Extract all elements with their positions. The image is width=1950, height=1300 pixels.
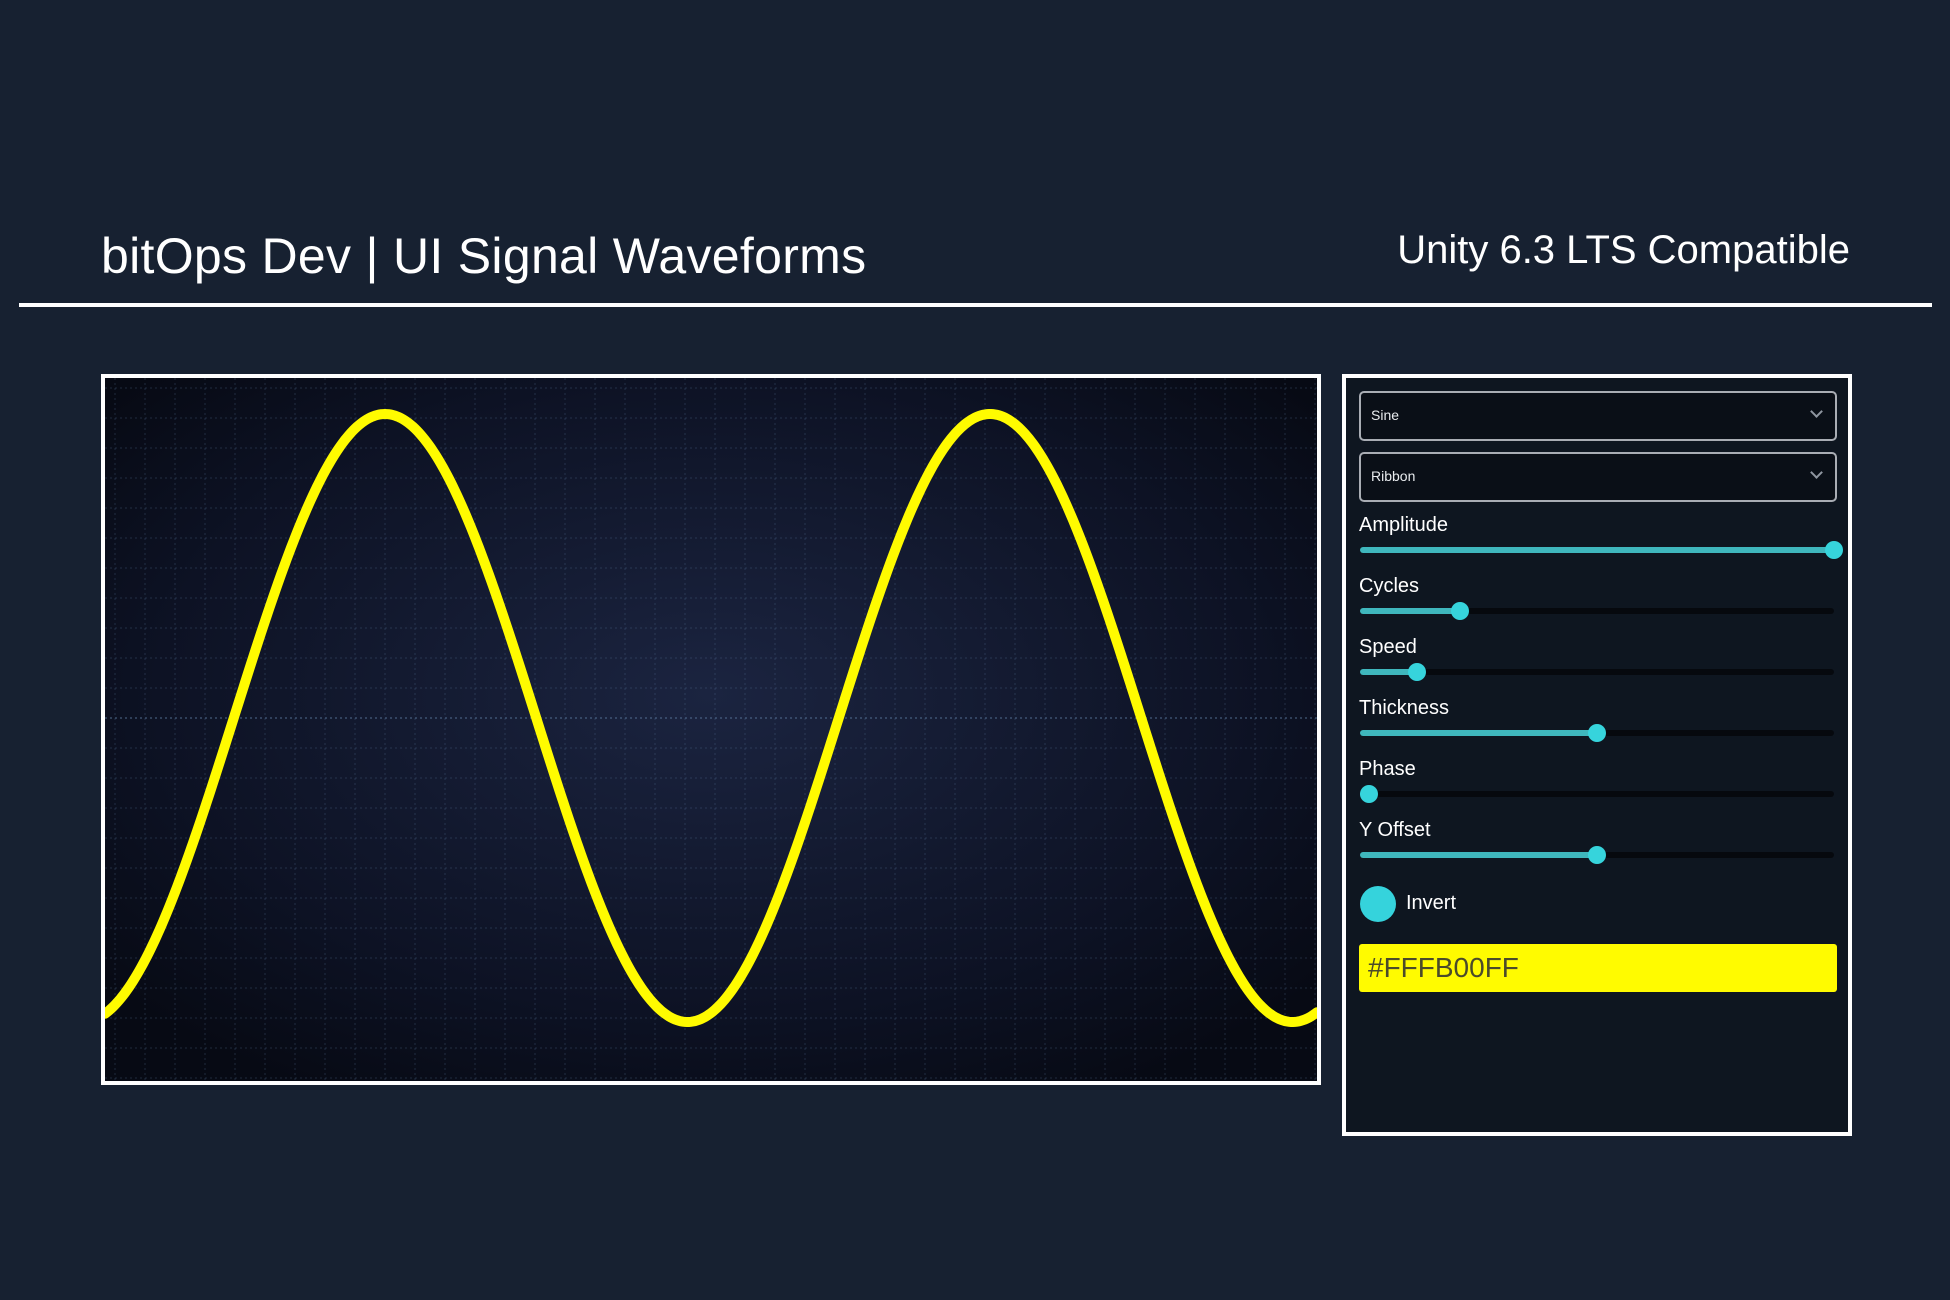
- waveform-type-value: Sine: [1371, 407, 1400, 423]
- thickness-slider[interactable]: [1360, 724, 1834, 742]
- phase-slider-thumb[interactable]: [1360, 785, 1379, 803]
- waveform-viewport: [101, 374, 1321, 1085]
- speed-slider-thumb[interactable]: [1407, 663, 1426, 681]
- render-style-dropdown[interactable]: Ribbon: [1359, 452, 1837, 502]
- phase-label: Phase: [1359, 758, 1416, 780]
- amplitude-slider-fill: [1360, 547, 1834, 553]
- cycles-label: Cycles: [1359, 575, 1420, 597]
- y-offset-slider-thumb[interactable]: [1588, 846, 1606, 864]
- render-style-value: Ribbon: [1371, 468, 1416, 484]
- y-offset-label: Y Offset: [1359, 819, 1431, 841]
- speed-label: Speed: [1359, 636, 1417, 658]
- thickness-label: Thickness: [1359, 697, 1450, 719]
- amplitude-label: Amplitude: [1359, 514, 1448, 536]
- page-title: bitOps Dev | UI Signal Waveforms: [101, 228, 867, 284]
- phase-slider[interactable]: [1360, 785, 1834, 803]
- y-offset-slider[interactable]: [1360, 846, 1834, 864]
- waveform-type-dropdown[interactable]: Sine: [1359, 391, 1837, 441]
- control-panel: Sine Ribbon Amplitude Cycles Speed Thicknes…: [1342, 374, 1852, 1136]
- y-offset-slider-fill: [1360, 852, 1597, 858]
- thickness-slider-fill: [1360, 730, 1597, 736]
- cycles-slider-thumb[interactable]: [1450, 602, 1469, 620]
- chevron-down-icon: [1810, 405, 1823, 418]
- cycles-slider-fill: [1360, 608, 1460, 614]
- compatibility-subtitle: Unity 6.3 LTS Compatible: [1397, 228, 1850, 272]
- chevron-down-icon: [1810, 466, 1823, 479]
- speed-slider[interactable]: [1360, 663, 1834, 681]
- cycles-slider[interactable]: [1360, 602, 1834, 620]
- invert-label: Invert: [1406, 892, 1457, 914]
- header-divider: [19, 303, 1932, 307]
- color-hex-input[interactable]: #FFFB00FF: [1359, 944, 1837, 992]
- amplitude-slider-thumb[interactable]: [1825, 541, 1843, 559]
- amplitude-slider[interactable]: [1360, 541, 1843, 559]
- thickness-slider-thumb[interactable]: [1588, 724, 1606, 742]
- invert-toggle[interactable]: [1360, 886, 1396, 922]
- waveform-canvas: [105, 378, 1317, 1081]
